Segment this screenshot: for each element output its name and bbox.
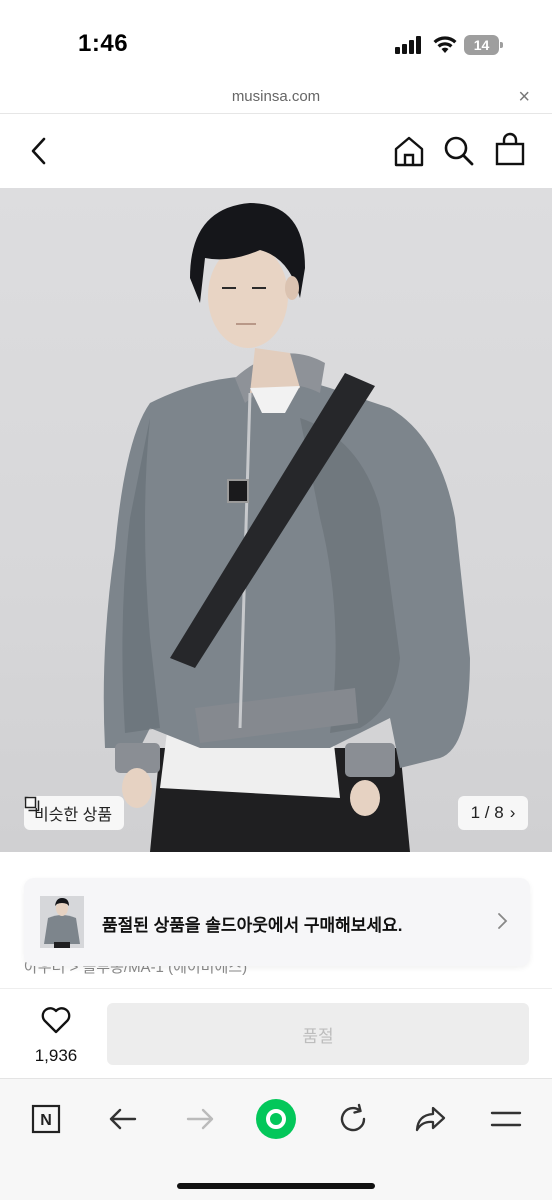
back-button[interactable]	[26, 136, 54, 171]
status-time: 1:46	[78, 30, 129, 57]
like-button[interactable]: 1,936	[26, 1005, 86, 1066]
heart-icon	[41, 1007, 71, 1034]
image-counter[interactable]: 1 / 8 ›	[458, 796, 528, 830]
back-arrow-icon	[109, 1108, 137, 1130]
soldout-button: 품절	[107, 1003, 529, 1065]
chevron-right-icon: ›	[509, 803, 516, 822]
image-counter-text: 1 / 8	[470, 803, 504, 822]
cart-button[interactable]	[494, 132, 526, 173]
search-icon	[444, 136, 474, 166]
green-dot-icon	[256, 1099, 296, 1139]
soldout-promo-message: 품절된 상품을 솔드아웃에서 구매해보세요.	[102, 916, 403, 935]
svg-text:N: N	[40, 1112, 52, 1129]
browser-back-button[interactable]	[101, 1097, 145, 1141]
search-button[interactable]	[442, 134, 476, 173]
purchase-bar: 1,936 품절	[0, 988, 552, 1078]
browser-forward-button[interactable]	[178, 1097, 222, 1141]
similar-products-button[interactable]: 비슷한 상품	[24, 796, 125, 830]
cellular-signal-icon	[395, 36, 423, 54]
naver-home-button[interactable]: N	[24, 1097, 68, 1141]
product-thumbnail	[40, 896, 84, 948]
product-image-gallery[interactable]: 비슷한 상품 1 / 8 ›	[0, 188, 552, 852]
app-header	[0, 114, 552, 188]
chevron-right-icon	[496, 912, 508, 935]
product-photo	[103, 203, 470, 852]
green-dot-button[interactable]	[254, 1097, 298, 1141]
naver-icon: N	[31, 1104, 61, 1134]
home-button[interactable]	[392, 134, 426, 173]
wifi-icon	[432, 33, 458, 55]
refresh-button[interactable]	[331, 1097, 375, 1141]
share-icon	[415, 1106, 446, 1132]
menu-button[interactable]	[484, 1097, 528, 1141]
similar-items-icon	[24, 796, 40, 812]
close-icon[interactable]: ×	[518, 86, 530, 109]
status-bar: 1:46 14	[0, 0, 552, 84]
refresh-icon	[340, 1103, 366, 1132]
soldout-promo-banner[interactable]: 품절된 상품을 솔드아웃에서 구매해보세요.	[24, 878, 530, 966]
like-count: 1,936	[34, 1046, 78, 1065]
menu-icon	[490, 1111, 522, 1127]
share-button[interactable]	[408, 1097, 452, 1141]
forward-arrow-icon	[186, 1108, 214, 1130]
browser-toolbar: N	[0, 1078, 552, 1200]
home-indicator[interactable]	[177, 1183, 375, 1189]
chevron-left-icon	[31, 137, 46, 165]
battery-level: 14	[464, 35, 499, 55]
shopping-bag-icon	[495, 132, 525, 166]
home-icon	[394, 136, 424, 167]
similar-products-label: 비슷한 상품	[34, 807, 113, 824]
browser-url-bar[interactable]: musinsa.com ×	[0, 84, 552, 114]
battery-icon: 14	[464, 35, 503, 55]
url-text[interactable]: musinsa.com	[0, 88, 552, 105]
